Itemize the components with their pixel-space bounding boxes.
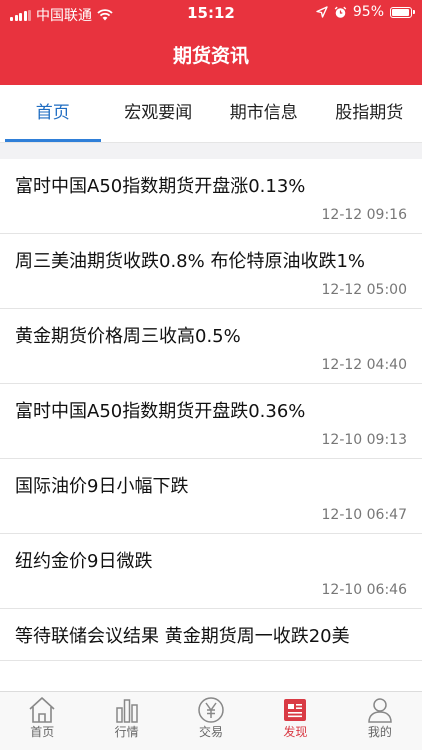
news-time: 12-10 06:47	[321, 507, 407, 523]
bottom-tab-mine[interactable]: 我的	[338, 692, 422, 750]
location-arrow-icon	[316, 6, 328, 18]
news-title: 国际油价9日小幅下跌	[15, 476, 189, 497]
bottom-tab-label: 交易	[199, 725, 224, 739]
nav-bar: 期货资讯	[0, 28, 422, 85]
news-title: 黄金期货价格周三收高0.5%	[15, 326, 241, 347]
news-title: 富时中国A50指数期货开盘跌0.36%	[15, 401, 306, 422]
news-item[interactable]: 周三美油期货收跌0.8% 布伦特原油收跌1% 12-12 05:00	[0, 234, 422, 309]
news-title: 富时中国A50指数期货开盘涨0.13%	[15, 176, 306, 197]
alarm-clock-icon	[334, 6, 347, 18]
battery-percent: 95%	[352, 4, 384, 20]
news-item[interactable]: 国际油价9日小幅下跌 12-10 06:47	[0, 459, 422, 534]
news-time: 12-10 06:46	[321, 582, 407, 598]
bottom-tab-trade[interactable]: 交易	[169, 692, 253, 750]
bottom-tab-label: 首页	[30, 725, 55, 739]
bottom-tab-label: 发现	[283, 725, 308, 739]
status-bar: 中国联通 15:12 95%	[0, 0, 422, 28]
news-item[interactable]: 等待联储会议结果 黄金期货周一收跌20美	[0, 609, 422, 661]
bottom-tab-market[interactable]: 行情	[84, 692, 168, 750]
news-title: 纽约金价9日微跌	[15, 551, 153, 572]
yen-coin-icon	[198, 697, 224, 723]
page-title: 期货资讯	[172, 45, 249, 67]
tab-index-futures[interactable]: 股指期货	[317, 85, 422, 142]
news-title: 等待联储会议结果 黄金期货周一收跌20美	[15, 626, 350, 647]
news-item[interactable]: 富时中国A50指数期货开盘涨0.13% 12-12 09:16	[0, 159, 422, 234]
news-item[interactable]: 黄金期货价格周三收高0.5% 12-12 04:40	[0, 309, 422, 384]
bottom-tab-home[interactable]: 首页	[0, 692, 84, 750]
news-item[interactable]: 纽约金价9日微跌 12-10 06:46	[0, 534, 422, 609]
user-icon	[368, 698, 392, 723]
home-icon	[29, 697, 55, 723]
news-item[interactable]: 富时中国A50指数期货开盘跌0.36% 12-10 09:13	[0, 384, 422, 459]
bottom-tab-bar: 首页 行情 交易 发现 我的	[0, 691, 422, 750]
tab-macro-news[interactable]: 宏观要闻	[106, 85, 212, 142]
news-time: 12-12 04:40	[321, 357, 407, 373]
category-tabs: 首页 宏观要闻 期市信息 股指期货	[0, 85, 422, 143]
chart-bars-icon	[115, 699, 138, 723]
news-time: 12-12 05:00	[321, 282, 407, 298]
news-list: 富时中国A50指数期货开盘涨0.13% 12-12 09:16 周三美油期货收跌…	[0, 159, 422, 691]
bottom-tab-discover[interactable]: 发现	[253, 692, 337, 750]
tab-home[interactable]: 首页	[0, 85, 106, 142]
tab-futures-info[interactable]: 期市信息	[211, 85, 317, 142]
news-time: 12-10 09:13	[321, 432, 407, 448]
battery-icon	[390, 6, 415, 18]
status-right: 95%	[316, 4, 415, 20]
bottom-tab-label: 我的	[367, 725, 392, 739]
bottom-tab-label: 行情	[114, 725, 139, 739]
news-doc-icon	[284, 699, 307, 721]
news-time: 12-12 09:16	[321, 207, 407, 223]
news-title: 周三美油期货收跌0.8% 布伦特原油收跌1%	[15, 251, 366, 272]
